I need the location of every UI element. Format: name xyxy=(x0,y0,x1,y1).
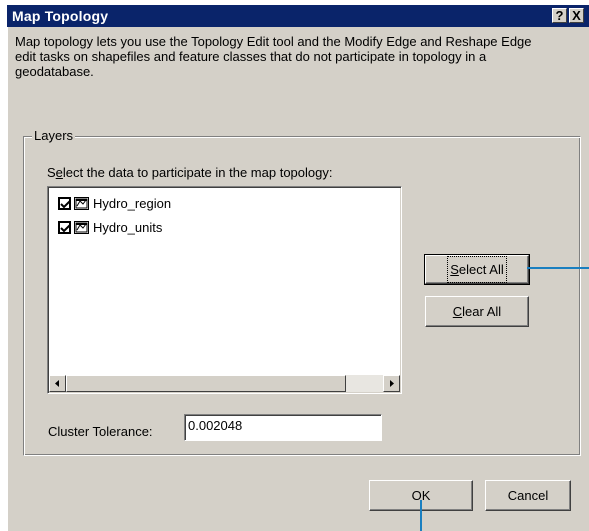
help-button[interactable]: ? xyxy=(552,8,567,23)
polygon-layer-icon xyxy=(74,221,89,234)
layer-checkbox[interactable] xyxy=(58,221,71,234)
title-bar[interactable]: Map Topology ? X xyxy=(7,5,589,27)
cluster-tolerance-input[interactable]: 0.002048 xyxy=(184,414,382,441)
clear-all-button[interactable]: Clear All xyxy=(425,296,529,327)
scroll-right-button[interactable] xyxy=(383,375,400,392)
scroll-left-button[interactable] xyxy=(49,375,66,392)
arrow-right-icon xyxy=(390,380,394,387)
list-item[interactable]: Hydro_units xyxy=(58,219,162,236)
callout-line-ok xyxy=(420,500,422,531)
scroll-thumb[interactable] xyxy=(66,375,346,392)
arrow-left-icon xyxy=(55,380,59,387)
layers-listbox[interactable]: Hydro_region Hydro_units xyxy=(47,186,402,394)
polygon-layer-icon xyxy=(74,197,89,210)
layer-name: Hydro_units xyxy=(93,220,163,235)
select-all-button[interactable]: Select All xyxy=(424,254,530,285)
cancel-button[interactable]: Cancel xyxy=(485,480,571,511)
layers-prompt: Select the data to participate in the ma… xyxy=(47,165,333,180)
window-title: Map Topology xyxy=(12,8,109,24)
layer-checkbox[interactable] xyxy=(58,197,71,210)
callout-line-select-all xyxy=(527,267,589,269)
description-text: Map topology lets you use the Topology E… xyxy=(15,34,532,79)
layers-group-label: Layers xyxy=(32,128,76,143)
cluster-tolerance-label: Cluster Tolerance: xyxy=(48,424,153,439)
layer-name: Hydro_region xyxy=(93,196,172,211)
list-item[interactable]: Hydro_region xyxy=(58,195,171,212)
close-button[interactable]: X xyxy=(569,8,584,23)
horizontal-scrollbar[interactable] xyxy=(49,375,400,392)
